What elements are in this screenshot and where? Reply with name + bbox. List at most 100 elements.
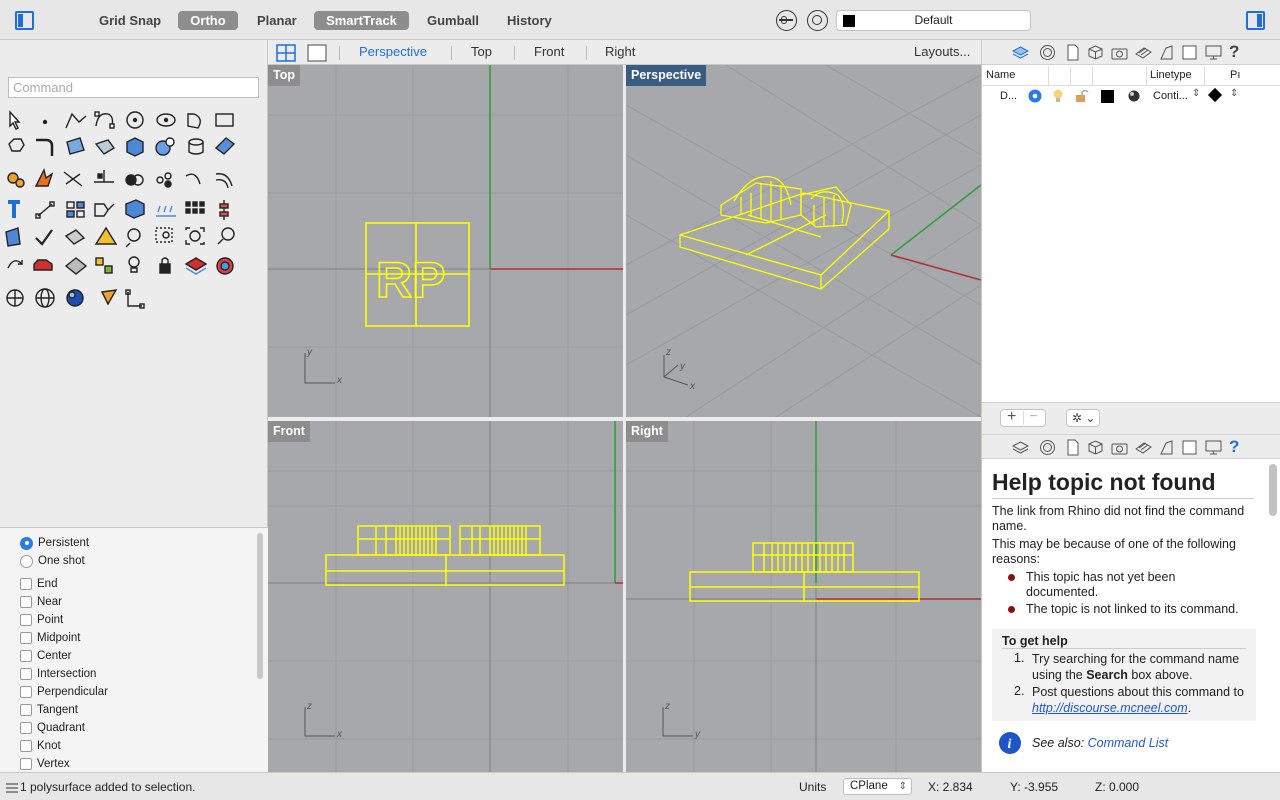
display-panel-icon[interactable] (1205, 44, 1222, 61)
midpoint-checkbox[interactable] (20, 632, 32, 644)
front-viewport-canvas: zx (268, 421, 623, 772)
materials-panel-icon[interactable] (1135, 439, 1152, 456)
discourse-link[interactable]: http://discourse.mcneel.com (1032, 701, 1188, 715)
viewport-label-right[interactable]: Right (626, 421, 668, 442)
snap-vertex[interactable]: Vertex (20, 756, 70, 772)
lock-selection-icon[interactable] (776, 10, 797, 31)
remove-layer-icon[interactable]: − (1029, 408, 1038, 426)
one-shot-radio[interactable] (20, 554, 33, 568)
layers-panel-icon[interactable] (1012, 44, 1029, 61)
viewport-label-top[interactable]: Top (268, 65, 300, 86)
snap-perpendicular[interactable]: Perpendicular (20, 684, 108, 700)
document-panel-icon[interactable] (1064, 439, 1081, 456)
tab-top[interactable]: Top (471, 44, 492, 59)
command-input[interactable]: Command (8, 77, 259, 98)
col-print[interactable]: Pı (1230, 69, 1240, 81)
intersection-checkbox[interactable] (20, 668, 32, 680)
light-bulb-icon[interactable] (1052, 89, 1064, 103)
snap-end[interactable]: End (20, 576, 57, 592)
viewport-front[interactable]: zx Front (268, 421, 623, 772)
document-panel-icon[interactable] (1064, 44, 1081, 61)
object-panel-icon[interactable] (1087, 44, 1104, 61)
explode-tool-icon (34, 167, 54, 187)
record-icon[interactable] (807, 10, 828, 31)
vertex-checkbox[interactable] (20, 758, 32, 770)
print-stepper-icon[interactable]: ⇕ (1230, 88, 1238, 99)
smarttrack-toggle[interactable]: SmartTrack (314, 11, 409, 30)
viewport-label-perspective[interactable]: Perspective (626, 65, 707, 86)
snap-near[interactable]: Near (20, 594, 62, 610)
sidebar-toggle-left-icon[interactable] (15, 11, 34, 30)
help-panel-icon[interactable]: ? (1229, 42, 1246, 61)
center-checkbox[interactable] (20, 650, 32, 662)
camera-panel-icon[interactable] (1111, 44, 1128, 61)
layers-panel-icon[interactable] (1012, 439, 1029, 456)
step1-text-end: box above. (1127, 668, 1193, 682)
tangent-checkbox[interactable] (20, 704, 32, 716)
layer-color-swatch[interactable] (1101, 90, 1114, 103)
command-history-icon[interactable] (5, 782, 19, 794)
near-checkbox[interactable] (20, 596, 32, 608)
tab-front[interactable]: Front (534, 44, 564, 59)
command-list-link[interactable]: Command List (1088, 736, 1169, 750)
layouts-button[interactable]: Layouts... (914, 44, 970, 59)
snap-midpoint[interactable]: Midpoint (20, 630, 80, 646)
end-checkbox[interactable] (20, 578, 32, 590)
viewport-right[interactable]: zy Right (626, 421, 981, 772)
object-panel-icon[interactable] (1087, 439, 1104, 456)
current-layer-icon[interactable] (1028, 89, 1042, 103)
camera-panel-icon[interactable] (1111, 439, 1128, 456)
viewport-perspective[interactable]: z xy Perspective (626, 65, 981, 417)
snap-knot[interactable]: Knot (20, 738, 61, 754)
snap-point[interactable]: Point (20, 612, 63, 628)
perpendicular-checkbox[interactable] (20, 686, 32, 698)
cplane-select[interactable]: CPlane ⇕ (843, 778, 912, 795)
quadrant-checkbox[interactable] (20, 722, 32, 734)
add-layer-icon[interactable]: + (1007, 408, 1016, 426)
planar-toggle[interactable]: Planar (251, 11, 303, 30)
snap-center[interactable]: Center (20, 648, 72, 664)
col-linetype[interactable]: Linetype (1150, 69, 1192, 81)
properties-panel-icon[interactable] (1039, 44, 1056, 61)
snap-scrollbar[interactable] (257, 533, 263, 679)
tab-perspective[interactable]: Perspective (359, 44, 427, 59)
single-view-layout-icon[interactable] (307, 44, 327, 62)
snap-one-shot[interactable]: One shot (20, 553, 85, 569)
materials-panel-icon[interactable] (1135, 44, 1152, 61)
ortho-toggle[interactable]: Ortho (178, 11, 238, 30)
viewport-label-front[interactable]: Front (268, 421, 310, 442)
snap-persistent[interactable]: Persistent (20, 535, 89, 551)
display-panel-icon[interactable] (1205, 439, 1222, 456)
material-icon[interactable] (1127, 89, 1141, 103)
current-layer-select[interactable]: Default (836, 10, 1031, 31)
help-scrollbar[interactable] (1269, 464, 1277, 516)
snap-intersection[interactable]: Intersection (20, 666, 96, 682)
knot-checkbox[interactable] (20, 740, 32, 752)
layer-name[interactable]: D... (1000, 90, 1017, 102)
layer-row-default[interactable]: D... Conti... ⇕ ⇕ (982, 87, 1280, 107)
viewport-top[interactable]: RP y x Top (268, 65, 623, 417)
gumball-toggle[interactable]: Gumball (421, 11, 485, 30)
point-checkbox[interactable] (20, 614, 32, 626)
unlock-icon[interactable] (1075, 89, 1089, 103)
grid-snap-toggle[interactable]: Grid Snap (93, 11, 167, 30)
textures-panel-icon[interactable] (1181, 44, 1198, 61)
properties-panel-icon[interactable] (1039, 439, 1056, 456)
tab-right[interactable]: Right (605, 44, 635, 59)
sidebar-toggle-right-icon[interactable] (1246, 11, 1265, 30)
linetype-stepper-icon[interactable]: ⇕ (1192, 88, 1200, 99)
help-panel-icon[interactable]: ? (1229, 437, 1246, 456)
print-color-diamond-icon[interactable] (1207, 87, 1223, 103)
units-label[interactable]: Units (799, 780, 826, 794)
layer-options-gear-icon[interactable]: ✲ ⌄ (1066, 409, 1100, 427)
textures-panel-icon[interactable] (1181, 439, 1198, 456)
environment-panel-icon[interactable] (1158, 439, 1175, 456)
persistent-radio[interactable] (20, 536, 33, 550)
snap-tangent[interactable]: Tangent (20, 702, 78, 718)
layer-linetype[interactable]: Conti... (1153, 90, 1188, 102)
col-name[interactable]: Name (986, 69, 1015, 81)
environment-panel-icon[interactable] (1158, 44, 1175, 61)
four-view-layout-icon[interactable] (276, 44, 296, 62)
snap-quadrant[interactable]: Quadrant (20, 720, 85, 736)
history-toggle[interactable]: History (501, 11, 558, 30)
